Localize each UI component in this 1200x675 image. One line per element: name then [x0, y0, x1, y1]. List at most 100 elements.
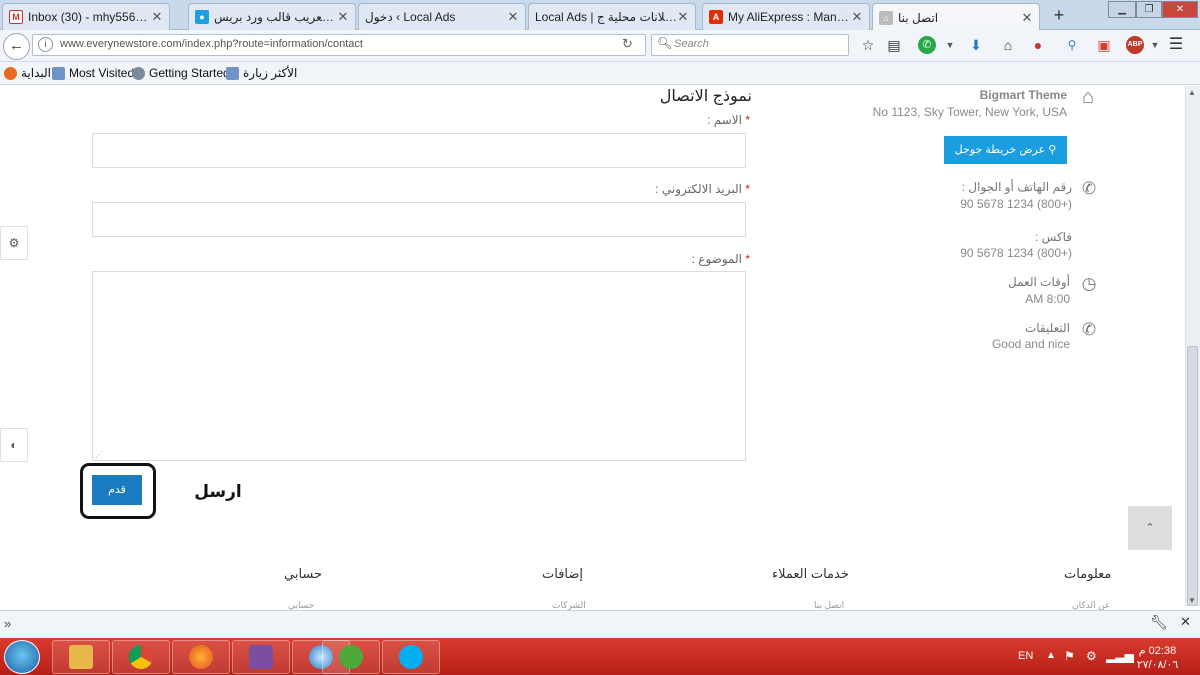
bookmark-home[interactable]: البداية: [4, 66, 51, 80]
new-tab-button[interactable]: +: [1048, 5, 1070, 27]
bookmark-getting-started[interactable]: Getting Started: [132, 66, 230, 80]
tray-app-icon[interactable]: ⚙: [1086, 649, 1097, 663]
scrollbar-thumb[interactable]: [1187, 346, 1198, 606]
taskbar-utorrent[interactable]: [322, 640, 380, 674]
close-tab-icon[interactable]: ✕: [337, 9, 349, 25]
tab-label: اتصل بنا: [898, 10, 939, 25]
annotation-text: ارسل: [194, 482, 242, 501]
email-label-text: البريد الالكتروني :: [655, 182, 742, 196]
name-field[interactable]: [92, 133, 746, 168]
tab-aliexpress[interactable]: A My AliExpress : Manage ... ✕: [702, 3, 870, 30]
pocket-icon[interactable]: ▣: [1094, 35, 1114, 55]
close-tab-icon[interactable]: ✕: [851, 9, 863, 25]
chrome-icon: [129, 645, 153, 669]
taskbar-chrome[interactable]: [112, 640, 170, 674]
map-button-label: عرض خريطة جوجل: [954, 144, 1046, 156]
tab-local-ads[interactable]: Local Ads | اعلانات محلية ج... ✕: [528, 3, 696, 30]
name-label-text: الاسم :: [707, 113, 742, 127]
close-tab-icon[interactable]: ✕: [507, 9, 519, 25]
bookmark-label: البداية: [21, 66, 52, 80]
phone-value: 90 5678 1234 (800+): [960, 197, 1072, 211]
tab-wordpress-arabic[interactable]: ● تعريب قالب ورد بريس ... ✕: [188, 3, 356, 30]
close-tab-icon[interactable]: ✕: [677, 9, 689, 25]
address-text: No 1123, Sky Tower, New York, USA: [872, 105, 1067, 119]
back-button[interactable]: ←: [3, 33, 30, 60]
status-bar: [0, 610, 1200, 638]
addon-icon[interactable]: ●: [1028, 35, 1048, 55]
start-button[interactable]: [4, 640, 40, 674]
footer-account-title: حسابي: [284, 566, 323, 581]
home-icon[interactable]: ⌂: [998, 35, 1018, 55]
translate-icon[interactable]: ⚲: [1062, 35, 1082, 55]
firefox-icon: [189, 645, 213, 669]
bookmark-most-visited-ar[interactable]: الأكثر زيارة: [226, 66, 297, 80]
site-icon: ●: [195, 10, 209, 24]
clock-date[interactable]: ٢٧/٠٨/٠٦: [1130, 658, 1185, 671]
email-field[interactable]: [92, 202, 746, 237]
footer-info-title: معلومات: [1064, 566, 1112, 581]
expand-chevron-icon[interactable]: »: [4, 616, 11, 631]
minimize-button[interactable]: ▁: [1108, 1, 1136, 18]
close-icon[interactable]: ✕: [1180, 614, 1191, 630]
tab-contact-active[interactable]: ⌂ اتصل بنا ✕: [872, 3, 1040, 31]
tab-label: Inbox (30) - mhy5566@...: [28, 10, 151, 24]
scroll-down-icon[interactable]: ▼: [1188, 596, 1196, 605]
skype-icon: [399, 645, 423, 669]
maximize-button[interactable]: ❐: [1136, 1, 1162, 18]
settings-gear-icon[interactable]: ⚙: [0, 226, 28, 260]
dropdown-arrow-icon[interactable]: ▼: [1145, 35, 1165, 55]
scroll-top-button[interactable]: ⌃: [1128, 506, 1172, 550]
required-mark: *: [745, 252, 750, 266]
footer-extras-title: إضافات: [542, 566, 584, 581]
tab-local-ads-login[interactable]: دخول ‹ Local Ads ✕: [358, 3, 526, 30]
bookmark-icon: [52, 66, 65, 80]
close-tab-icon[interactable]: ✕: [1021, 10, 1033, 26]
download-icon[interactable]: ⬇: [966, 35, 986, 55]
bookmark-label: Most Visited: [69, 66, 135, 80]
firefox-icon: [4, 66, 17, 80]
close-window-button[interactable]: ✕: [1162, 1, 1198, 18]
bookmarks-menu-icon[interactable]: ▤: [884, 35, 904, 55]
company-name: Bigmart Theme: [979, 88, 1067, 102]
aliexpress-icon: A: [709, 10, 723, 24]
explorer-icon: [69, 645, 93, 669]
reload-icon[interactable]: ↻: [622, 36, 633, 52]
taskbar-skype[interactable]: [382, 640, 440, 674]
submit-button[interactable]: قدم: [92, 475, 142, 505]
tray-chevron-icon[interactable]: ▲: [1046, 650, 1056, 661]
email-label: * البريد الالكتروني :: [560, 182, 750, 196]
adblock-icon[interactable]: ABP: [1126, 36, 1144, 54]
close-tab-icon[interactable]: ✕: [151, 9, 163, 25]
action-center-flag-icon[interactable]: ⚑: [1064, 649, 1075, 663]
map-marker-icon: ⚲: [1048, 144, 1057, 156]
subject-label: * الموضوع :: [600, 252, 750, 266]
site-info-icon[interactable]: i: [38, 37, 53, 52]
phone-label: رقم الهاتف أو الجوال :: [961, 180, 1072, 194]
bookmark-star-icon[interactable]: ☆: [858, 35, 878, 55]
contrast-icon[interactable]: ◐: [0, 428, 28, 462]
subject-textarea[interactable]: ⋰: [92, 271, 746, 461]
tab-label: تعريب قالب ورد بريس ...: [214, 10, 337, 24]
bookmark-label: Getting Started: [149, 66, 230, 80]
hours-value: AM 8:00: [1025, 292, 1070, 306]
taskbar-media[interactable]: [232, 640, 290, 674]
menu-icon[interactable]: ☰: [1166, 35, 1186, 55]
taskbar-firefox[interactable]: [172, 640, 230, 674]
url-text[interactable]: www.everynewstore.com/index.php?route=in…: [60, 38, 363, 50]
taskbar-explorer[interactable]: [52, 640, 110, 674]
form-title: نموذج الاتصال: [659, 88, 752, 105]
bookmark-most-visited[interactable]: Most Visited: [52, 66, 134, 80]
name-label: * الاسم :: [600, 113, 750, 127]
language-indicator[interactable]: EN: [1018, 650, 1033, 662]
resize-handle-icon[interactable]: ⋰: [95, 450, 103, 459]
dropdown-arrow-icon[interactable]: ▼: [940, 35, 960, 55]
tab-label: دخول ‹ Local Ads: [365, 10, 456, 24]
globe-icon: [132, 66, 145, 80]
whatsapp-icon[interactable]: ✆: [918, 36, 936, 54]
subject-label-text: الموضوع :: [691, 252, 742, 266]
scroll-up-icon[interactable]: ▲: [1188, 88, 1196, 97]
tab-gmail[interactable]: M Inbox (30) - mhy5566@... ✕: [2, 3, 170, 30]
map-button[interactable]: ⚲ عرض خريطة جوجل: [944, 136, 1067, 164]
clock-time[interactable]: 02:38 م: [1130, 644, 1185, 657]
wrench-icon[interactable]: 🔧︎: [1150, 614, 1168, 631]
